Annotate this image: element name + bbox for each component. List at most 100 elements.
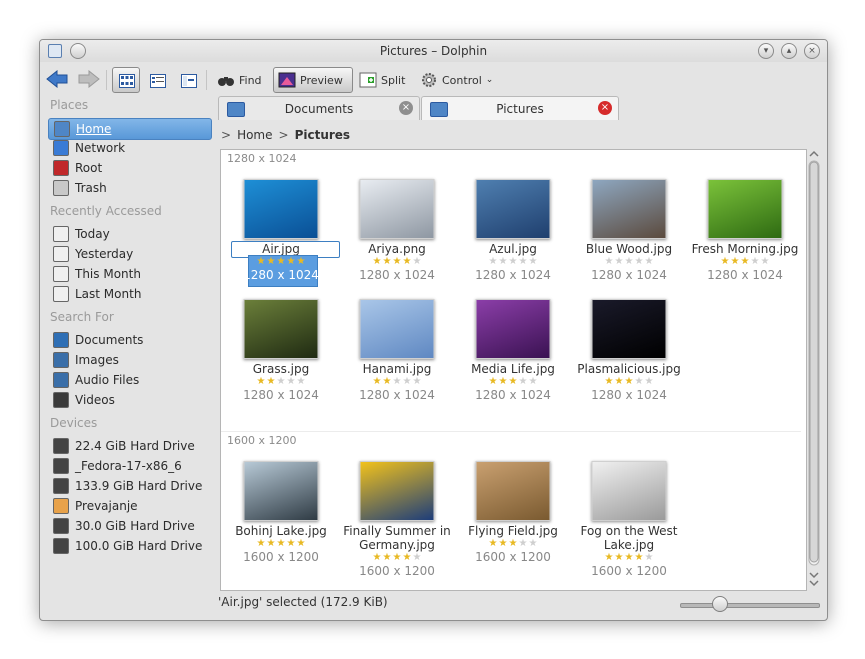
image-thumbnail[interactable]	[591, 179, 667, 239]
details-view-button[interactable]	[143, 67, 171, 93]
places-item-root[interactable]: Root	[48, 158, 210, 178]
rating-stars[interactable]: ★★★★★	[687, 257, 803, 267]
rating-stars[interactable]: ★★★★★	[223, 377, 339, 387]
file-item[interactable]: Ariya.png ★★★★★ 1280 x 1024	[339, 179, 455, 289]
file-item[interactable]: Hanami.jpg ★★★★★ 1280 x 1024	[339, 299, 455, 409]
breadcrumb-root-arrow-icon[interactable]: >	[221, 128, 231, 142]
rating-stars[interactable]: ★★★★★	[571, 377, 687, 387]
file-name: Azul.jpg	[489, 242, 537, 256]
document-icon	[53, 246, 69, 262]
image-thumbnail[interactable]	[707, 179, 783, 239]
columns-view-button[interactable]	[174, 67, 202, 93]
control-button[interactable]: Control ⌄	[415, 67, 498, 93]
star-filled-icon: ★	[730, 256, 740, 267]
star-filled-icon: ★	[498, 376, 508, 387]
tab-documents[interactable]: Documents ×	[218, 96, 420, 120]
places-item--fedora-17-x86-6[interactable]: _Fedora-17-x86_6	[48, 456, 210, 476]
places-item-label: _Fedora-17-x86_6	[75, 459, 182, 473]
places-item-videos[interactable]: Videos	[48, 390, 210, 410]
close-tab-icon[interactable]: ×	[399, 101, 413, 115]
zoom-slider-handle[interactable]	[712, 596, 729, 612]
close-button[interactable]: ×	[804, 43, 820, 59]
zoom-slider-track[interactable]	[680, 603, 820, 608]
rating-stars[interactable]: ★★★★★	[223, 257, 339, 267]
icons-view-button[interactable]	[112, 67, 140, 93]
rating-stars[interactable]: ★★★★★	[339, 257, 455, 267]
file-item[interactable]: Flying Field.jpg ★★★★★ 1600 x 1200	[455, 461, 571, 571]
rating-stars[interactable]: ★★★★★	[571, 553, 687, 563]
places-item-prevajanje[interactable]: Prevajanje	[48, 496, 210, 516]
image-thumbnail[interactable]	[243, 179, 319, 239]
file-name: Plasmalicious.jpg	[577, 362, 681, 376]
places-item-images[interactable]: Images	[48, 350, 210, 370]
file-item[interactable]: Finally Summer in Germany.jpg ★★★★★ 1600 x…	[339, 461, 455, 578]
file-item[interactable]: Blue Wood.jpg ★★★★★ 1280 x 1024	[571, 179, 687, 289]
rating-stars[interactable]: ★★★★★	[455, 257, 571, 267]
preview-button[interactable]: Preview	[273, 67, 353, 93]
split-button[interactable]: Split	[354, 67, 410, 93]
close-tab-icon[interactable]: ×	[598, 101, 612, 115]
maximize-button[interactable]: ▴	[781, 43, 797, 59]
places-item-100-0-gib-hard-drive[interactable]: 100.0 GiB Hard Drive	[48, 536, 210, 556]
file-name: Media Life.jpg	[471, 362, 555, 376]
breadcrumb-current[interactable]: Pictures	[295, 128, 351, 142]
image-thumbnail[interactable]	[475, 299, 551, 359]
tab-pictures[interactable]: Pictures ×	[421, 96, 619, 120]
places-item-audio-files[interactable]: Audio Files	[48, 370, 210, 390]
file-item[interactable]: Azul.jpg ★★★★★ 1280 x 1024	[455, 179, 571, 289]
title-bar[interactable]: Pictures – Dolphin ▾ ▴ ×	[40, 40, 827, 62]
places-item-label: 133.9 GiB Hard Drive	[75, 479, 203, 493]
places-item-network[interactable]: Network	[48, 138, 210, 158]
places-item-yesterday[interactable]: Yesterday	[48, 244, 210, 264]
file-item[interactable]: Media Life.jpg ★★★★★ 1280 x 1024	[455, 299, 571, 409]
star-filled-icon: ★	[256, 538, 266, 549]
places-item-this-month[interactable]: This Month	[48, 264, 210, 284]
image-thumbnail[interactable]	[359, 461, 435, 521]
image-resolution: 1600 x 1200	[359, 564, 435, 578]
image-thumbnail[interactable]	[243, 299, 319, 359]
image-thumbnail[interactable]	[591, 299, 667, 359]
file-item[interactable]: Fresh Morning.jpg ★★★★★ 1280 x 1024	[687, 179, 803, 289]
rating-stars[interactable]: ★★★★★	[571, 257, 687, 267]
image-thumbnail[interactable]	[475, 179, 551, 239]
file-item[interactable]: Grass.jpg ★★★★★ 1280 x 1024	[223, 299, 339, 409]
star-filled-icon: ★	[266, 256, 276, 267]
file-item[interactable]: Fog on the West Lake.jpg ★★★★★ 1600 x 1200	[571, 461, 687, 578]
file-item[interactable]: Air.jpg ★★★★★ 1280 x 1024	[223, 179, 340, 289]
rating-stars[interactable]: ★★★★★	[455, 377, 571, 387]
places-item-documents[interactable]: Documents	[48, 330, 210, 350]
back-arrow-icon[interactable]	[46, 70, 68, 88]
file-name: Finally Summer in Germany.jpg	[343, 524, 451, 552]
breadcrumb-separator-icon[interactable]: >	[279, 128, 289, 142]
image-thumbnail[interactable]	[243, 461, 319, 521]
image-thumbnail[interactable]	[359, 179, 435, 239]
hard-drive-icon	[53, 438, 69, 454]
places-item-label: Trash	[75, 181, 107, 195]
rating-stars[interactable]: ★★★★★	[455, 539, 571, 549]
places-item-22-4-gib-hard-drive[interactable]: 22.4 GiB Hard Drive	[48, 436, 210, 456]
places-item-trash[interactable]: Trash	[48, 178, 210, 198]
image-thumbnail[interactable]	[475, 461, 551, 521]
rating-stars[interactable]: ★★★★★	[339, 377, 455, 387]
file-item[interactable]: Plasmalicious.jpg ★★★★★ 1280 x 1024	[571, 299, 687, 409]
places-item-133-9-gib-hard-drive[interactable]: 133.9 GiB Hard Drive	[48, 476, 210, 496]
star-empty-icon: ★	[614, 256, 624, 267]
places-item-today[interactable]: Today	[48, 224, 210, 244]
forward-arrow-icon[interactable]	[78, 70, 100, 88]
image-resolution: 1280 x 1024	[243, 268, 319, 282]
places-item-30-0-gib-hard-drive[interactable]: 30.0 GiB Hard Drive	[48, 516, 210, 536]
find-button[interactable]: Find	[212, 67, 267, 93]
rating-stars[interactable]: ★★★★★	[223, 539, 339, 549]
minimize-button[interactable]: ▾	[758, 43, 774, 59]
file-item[interactable]: Bohinj Lake.jpg ★★★★★ 1600 x 1200	[223, 461, 339, 571]
vertical-scrollbar[interactable]	[807, 149, 821, 591]
image-thumbnail[interactable]	[359, 299, 435, 359]
image-thumbnail[interactable]	[591, 461, 667, 521]
home-folder-icon	[54, 121, 70, 137]
places-item-home[interactable]: Home	[48, 118, 212, 140]
star-filled-icon: ★	[382, 552, 392, 563]
file-view[interactable]: 1280 x 1024 Air.jpg ★★★★★ 1280 x 1024 Ariya.…	[220, 149, 807, 591]
breadcrumb-home[interactable]: Home	[237, 128, 272, 142]
places-item-last-month[interactable]: Last Month	[48, 284, 210, 304]
rating-stars[interactable]: ★★★★★	[339, 553, 455, 563]
